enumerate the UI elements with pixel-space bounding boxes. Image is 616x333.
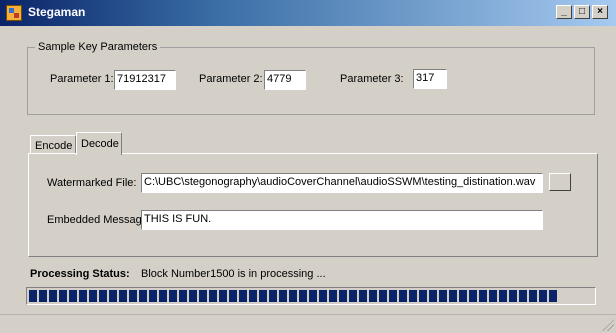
param1-input[interactable]: 71912317 xyxy=(114,70,176,90)
tab-decode[interactable]: Decode xyxy=(76,132,122,155)
window-title: Stegaman xyxy=(28,5,86,19)
status-bar-divider xyxy=(0,314,616,315)
watermarked-file-input[interactable]: C:\UBC\stegonography\audioCoverChannel\a… xyxy=(141,173,543,193)
param3-label: Parameter 3: xyxy=(340,73,404,85)
embedded-message-label: Embedded Message: xyxy=(47,214,151,226)
group-legend: Sample Key Parameters xyxy=(35,41,161,53)
param2-input[interactable]: 4779 xyxy=(264,70,306,90)
param3-input[interactable]: 317 xyxy=(413,69,447,89)
app-icon xyxy=(6,5,22,21)
title-bar: Stegaman _ □ × xyxy=(0,0,616,26)
processing-status-value: Block Number1500 is in processing ... xyxy=(141,268,326,280)
key-parameters-group: Sample Key Parameters Parameter 1: 71912… xyxy=(27,41,595,115)
embedded-message-input[interactable]: THIS IS FUN. xyxy=(141,210,543,230)
param1-label: Parameter 1: xyxy=(50,73,114,85)
close-button[interactable]: × xyxy=(592,5,608,19)
watermarked-file-label: Watermarked File: xyxy=(47,177,137,189)
browse-button[interactable] xyxy=(549,173,571,191)
progress-fill xyxy=(29,290,560,302)
param2-label: Parameter 2: xyxy=(199,73,263,85)
resize-grip-icon[interactable] xyxy=(602,319,614,331)
decode-panel: Watermarked File: C:\UBC\stegonography\a… xyxy=(28,153,598,257)
minimize-button[interactable]: _ xyxy=(556,5,572,19)
window-controls: _ □ × xyxy=(556,5,608,19)
maximize-button[interactable]: □ xyxy=(574,5,590,19)
progress-bar xyxy=(26,287,596,305)
tab-encode[interactable]: Encode xyxy=(30,135,76,155)
processing-status-label: Processing Status: xyxy=(30,268,130,280)
